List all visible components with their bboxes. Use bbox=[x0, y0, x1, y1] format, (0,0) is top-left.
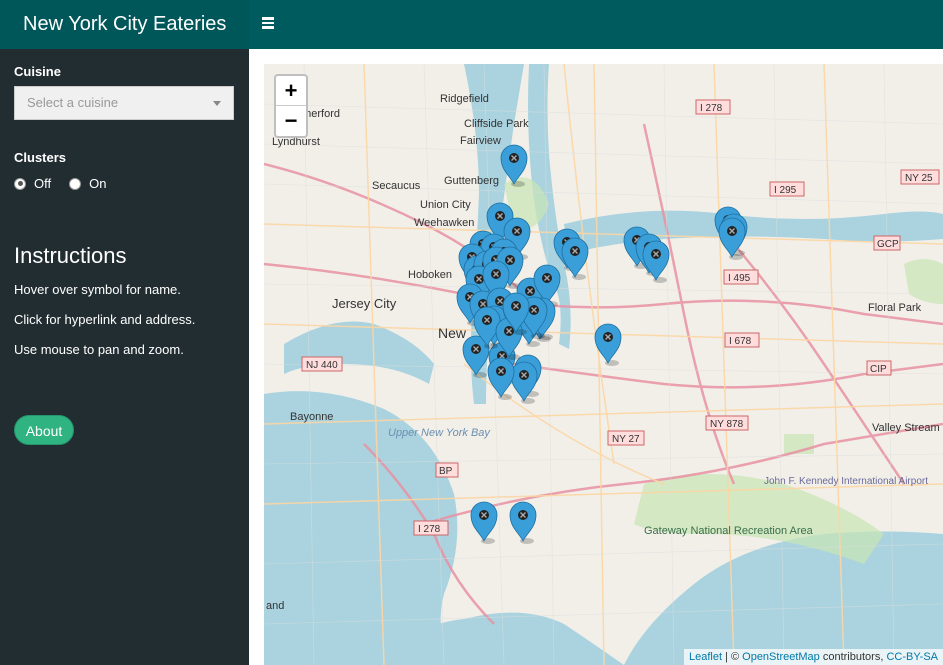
map-label-cliffside-park: Cliffside Park bbox=[464, 118, 529, 130]
instructions-title: Instructions bbox=[14, 243, 127, 268]
cuisine-label: Cuisine bbox=[14, 64, 61, 79]
cluster-on-radio[interactable] bbox=[69, 177, 82, 190]
shield-ny25: NY 25 bbox=[905, 173, 933, 184]
map-label-gateway: Gateway National Recreation Area bbox=[644, 525, 814, 537]
zoom-out-button[interactable]: − bbox=[276, 106, 306, 136]
cuisine-select[interactable]: Select a cuisine bbox=[14, 86, 234, 120]
shield-i295: I 295 bbox=[774, 185, 797, 196]
map-label-guttenberg: Guttenberg bbox=[444, 175, 499, 187]
zoom-in-button[interactable]: + bbox=[276, 76, 306, 106]
cluster-off-label[interactable]: Off bbox=[34, 176, 51, 191]
shield-bp: BP bbox=[439, 466, 453, 477]
map-label-upper-bay: Upper New York Bay bbox=[388, 427, 491, 439]
app-title: New York City Eateries bbox=[0, 0, 249, 49]
osm-link[interactable]: OpenStreetMap bbox=[742, 651, 820, 663]
map-label-hoboken: Hoboken bbox=[408, 269, 452, 281]
cluster-off-radio[interactable] bbox=[14, 177, 26, 190]
attribution-sep: | © bbox=[722, 651, 743, 663]
cluster-on-label[interactable]: On bbox=[89, 176, 106, 191]
map-label-weehawken: Weehawken bbox=[414, 217, 474, 229]
leaflet-link[interactable]: Leaflet bbox=[689, 651, 722, 663]
header-bar: New York City Eateries bbox=[0, 0, 943, 49]
chevron-down-icon bbox=[213, 101, 221, 106]
map-label-ridgefield: Ridgefield bbox=[440, 93, 489, 105]
map-label-floral-park: Floral Park bbox=[868, 302, 922, 314]
clusters-radio-group: Off On bbox=[14, 176, 124, 191]
zoom-control: + − bbox=[274, 74, 308, 138]
shield-ny878: NY 878 bbox=[710, 419, 744, 430]
about-button[interactable]: About bbox=[14, 415, 74, 445]
shield-gcp: GCP bbox=[877, 239, 899, 250]
clusters-label: Clusters bbox=[14, 150, 67, 165]
map-label-secaucus: Secaucus bbox=[372, 180, 421, 192]
map-label-union-city: Union City bbox=[420, 199, 471, 211]
license-link[interactable]: CC-BY-SA bbox=[886, 651, 938, 663]
instruction-click: Click for hyperlink and address. bbox=[14, 312, 196, 327]
shield-i495: I 495 bbox=[728, 273, 751, 284]
shield-cip: CIP bbox=[870, 364, 887, 375]
map-label-and: and bbox=[266, 600, 284, 612]
sidebar: Cuisine Select a cuisine Clusters Off On… bbox=[0, 49, 249, 665]
map-label-jersey-city: Jersey City bbox=[332, 296, 397, 311]
shield-i278-north: I 278 bbox=[700, 103, 723, 114]
map-label-jfk: John F. Kennedy International Airport bbox=[764, 476, 928, 487]
map-label-fairview: Fairview bbox=[460, 135, 501, 147]
shield-nj440: NJ 440 bbox=[306, 360, 338, 371]
map-label-valley-stream: Valley Stream bbox=[872, 422, 940, 434]
shield-i278-south: I 278 bbox=[418, 524, 441, 535]
attribution-contributors: contributors, bbox=[819, 651, 887, 663]
map-attribution: Leaflet | © OpenStreetMap contributors, … bbox=[683, 649, 943, 665]
map-label-new: New bbox=[438, 325, 467, 341]
shield-i678: I 678 bbox=[729, 336, 752, 347]
map-tiles: Ridgefield Cliffside Park Fairview Ruthe… bbox=[264, 64, 943, 665]
shield-ny27: NY 27 bbox=[612, 434, 640, 445]
instruction-hover: Hover over symbol for name. bbox=[14, 282, 181, 297]
sidebar-toggle-icon[interactable] bbox=[262, 15, 278, 33]
instruction-pan: Use mouse to pan and zoom. bbox=[14, 342, 184, 357]
map-label-bayonne: Bayonne bbox=[290, 411, 333, 423]
map-view[interactable]: Ridgefield Cliffside Park Fairview Ruthe… bbox=[264, 64, 943, 665]
cuisine-select-placeholder: Select a cuisine bbox=[27, 95, 119, 110]
